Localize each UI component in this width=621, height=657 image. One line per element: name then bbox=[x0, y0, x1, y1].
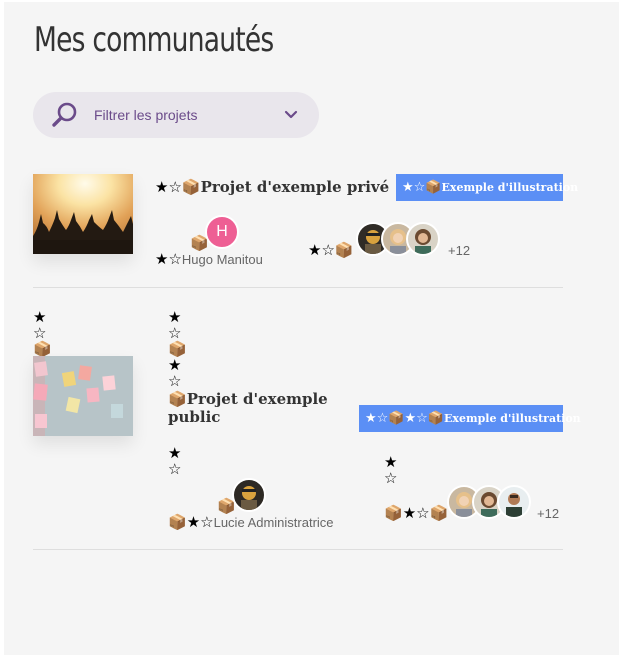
project-badge: ★☆📦★☆📦Exemple d'illustration bbox=[359, 405, 581, 432]
star-outline-icon: ☆ bbox=[33, 324, 47, 342]
owner-name: Hugo Manitou bbox=[181, 252, 263, 267]
box-icon: 📦 bbox=[388, 411, 405, 426]
star-icon: ★ bbox=[155, 178, 169, 196]
chevron-down-icon bbox=[284, 110, 298, 119]
star-outline-icon: ☆ bbox=[200, 513, 214, 531]
project-title: Projet d'exemple privé bbox=[200, 178, 390, 196]
star-icon: ★ bbox=[365, 411, 377, 426]
project-title[interactable]: 📦Projet d'exemple public bbox=[168, 390, 338, 426]
search-icon bbox=[52, 102, 77, 127]
star-icon: ★ bbox=[384, 453, 398, 471]
badge-label: Exemple d'illustration bbox=[441, 181, 579, 194]
star-outline-icon: ☆ bbox=[168, 178, 182, 196]
star-icon: ★ bbox=[155, 250, 169, 268]
members-glyphs: ★ ☆ bbox=[384, 454, 402, 486]
star-outline-icon: ☆ bbox=[413, 180, 426, 195]
title-glyphs: ★ ☆ 📦 ★ ☆ bbox=[168, 308, 187, 390]
star-outline-icon: ☆ bbox=[168, 460, 182, 478]
box-icon: 📦 bbox=[168, 340, 187, 358]
star-icon: ★ bbox=[168, 308, 182, 326]
owner-row: 📦★☆Lucie Administratrice bbox=[168, 514, 334, 532]
thumbnail-glyphs: ★ ☆ 📦 bbox=[33, 308, 52, 358]
box-icon: 📦 bbox=[429, 504, 449, 522]
member-avatar[interactable] bbox=[497, 485, 531, 519]
owner-avatar[interactable]: H bbox=[205, 215, 239, 249]
project-filter-select[interactable]: Filtrer les projets bbox=[33, 92, 319, 138]
page: Mes communautés Filtrer les projets ★☆📦P… bbox=[4, 2, 619, 655]
star-outline-icon: ☆ bbox=[168, 250, 182, 268]
members-glyphs-row: 📦★☆📦 bbox=[384, 505, 448, 523]
page-title: Mes communautés bbox=[34, 20, 274, 60]
box-icon: 📦 bbox=[334, 241, 354, 259]
concert-image bbox=[33, 174, 133, 254]
box-icon: 📦 bbox=[168, 513, 187, 531]
star-outline-icon: ☆ bbox=[321, 241, 335, 259]
star-icon: ★ bbox=[402, 504, 417, 522]
star-outline-icon: ☆ bbox=[376, 411, 389, 426]
box-icon: 📦 bbox=[384, 504, 403, 522]
star-icon: ★ bbox=[402, 180, 414, 195]
box-icon: 📦 bbox=[168, 390, 187, 408]
member-avatar[interactable] bbox=[406, 222, 440, 256]
project-title-row[interactable]: ★☆📦Projet d'exemple privé bbox=[155, 178, 389, 197]
star-icon: ★ bbox=[186, 513, 201, 531]
sticky-notes-image bbox=[33, 356, 133, 436]
owner-name: Lucie Administratrice bbox=[213, 515, 334, 530]
box-icon: 📦 bbox=[427, 411, 444, 426]
owner-glyphs: ★ ☆ bbox=[168, 445, 186, 477]
filter-label: Filtrer les projets bbox=[94, 107, 198, 123]
members-more-count[interactable]: +12 bbox=[537, 506, 559, 521]
members-glyphs: ★☆📦 bbox=[308, 242, 354, 260]
divider bbox=[33, 287, 563, 288]
star-outline-icon: ☆ bbox=[168, 372, 182, 390]
project-badge: ★☆📦Exemple d'illustration bbox=[396, 174, 578, 201]
star-outline-icon: ☆ bbox=[168, 324, 182, 342]
star-icon: ★ bbox=[404, 411, 417, 426]
owner-row: ★☆Hugo Manitou bbox=[155, 251, 263, 269]
star-icon: ★ bbox=[33, 308, 47, 326]
box-icon: 📦 bbox=[181, 178, 201, 196]
star-icon: ★ bbox=[168, 356, 182, 374]
members-more-count[interactable]: +12 bbox=[448, 243, 470, 258]
project-thumbnail[interactable] bbox=[33, 174, 133, 254]
box-icon: 📦 bbox=[33, 340, 52, 358]
owner-avatar[interactable] bbox=[232, 478, 266, 512]
star-outline-icon: ☆ bbox=[416, 411, 428, 426]
project-thumbnail[interactable] bbox=[33, 356, 133, 436]
star-outline-icon: ☆ bbox=[416, 504, 430, 522]
box-icon: 📦 bbox=[425, 180, 442, 195]
star-icon: ★ bbox=[308, 241, 322, 259]
star-outline-icon: ☆ bbox=[384, 469, 398, 487]
star-icon: ★ bbox=[168, 444, 182, 462]
divider bbox=[33, 549, 563, 550]
badge-label: Exemple d'illustration bbox=[444, 412, 581, 425]
